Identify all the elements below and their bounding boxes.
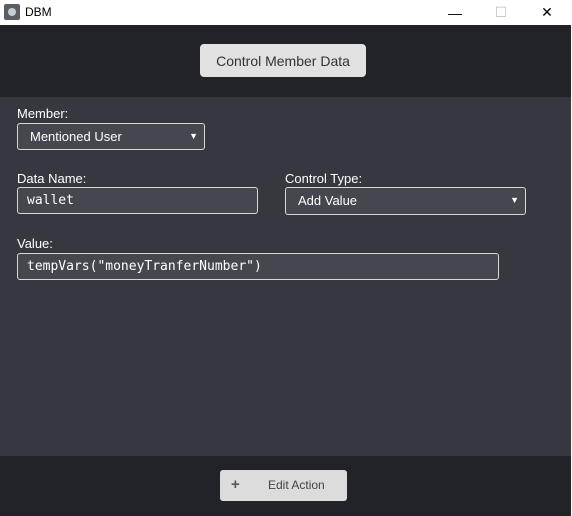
value-input[interactable]: tempVars("moneyTranferNumber") [17,253,499,280]
value-label: Value: [17,236,53,251]
maximize-button[interactable]: ☐ [478,0,524,25]
edit-action-button[interactable]: + Edit Action [220,470,347,501]
dbm-window: DBM — ☐ ✕ Control Member Data Member: Me… [0,0,572,516]
action-title-button[interactable]: Control Member Data [200,44,366,77]
member-label: Member: [17,106,69,121]
app-icon [4,4,20,20]
control-type-select-value: Add Value [298,193,358,208]
edit-action-label: Edit Action [268,478,325,492]
plus-icon: + [231,476,240,493]
control-type-label: Control Type: [285,171,363,186]
chevron-down-icon: ▼ [510,195,519,205]
close-button[interactable]: ✕ [524,0,570,25]
minimize-button[interactable]: — [432,0,478,25]
member-select[interactable]: Mentioned User ▼ [17,123,205,150]
member-select-value: Mentioned User [30,129,122,144]
action-footer: + Edit Action [0,456,571,516]
data-name-label: Data Name: [17,171,87,186]
title-bar: DBM — ☐ ✕ [0,0,572,25]
action-header: Control Member Data [0,25,571,97]
form-panel: Member: Mentioned User ▼ Data Name: wall… [0,97,571,456]
window-title: DBM [25,5,52,19]
data-name-input[interactable]: wallet [17,187,258,214]
control-type-select[interactable]: Add Value ▼ [285,187,526,215]
chevron-down-icon: ▼ [189,131,198,141]
